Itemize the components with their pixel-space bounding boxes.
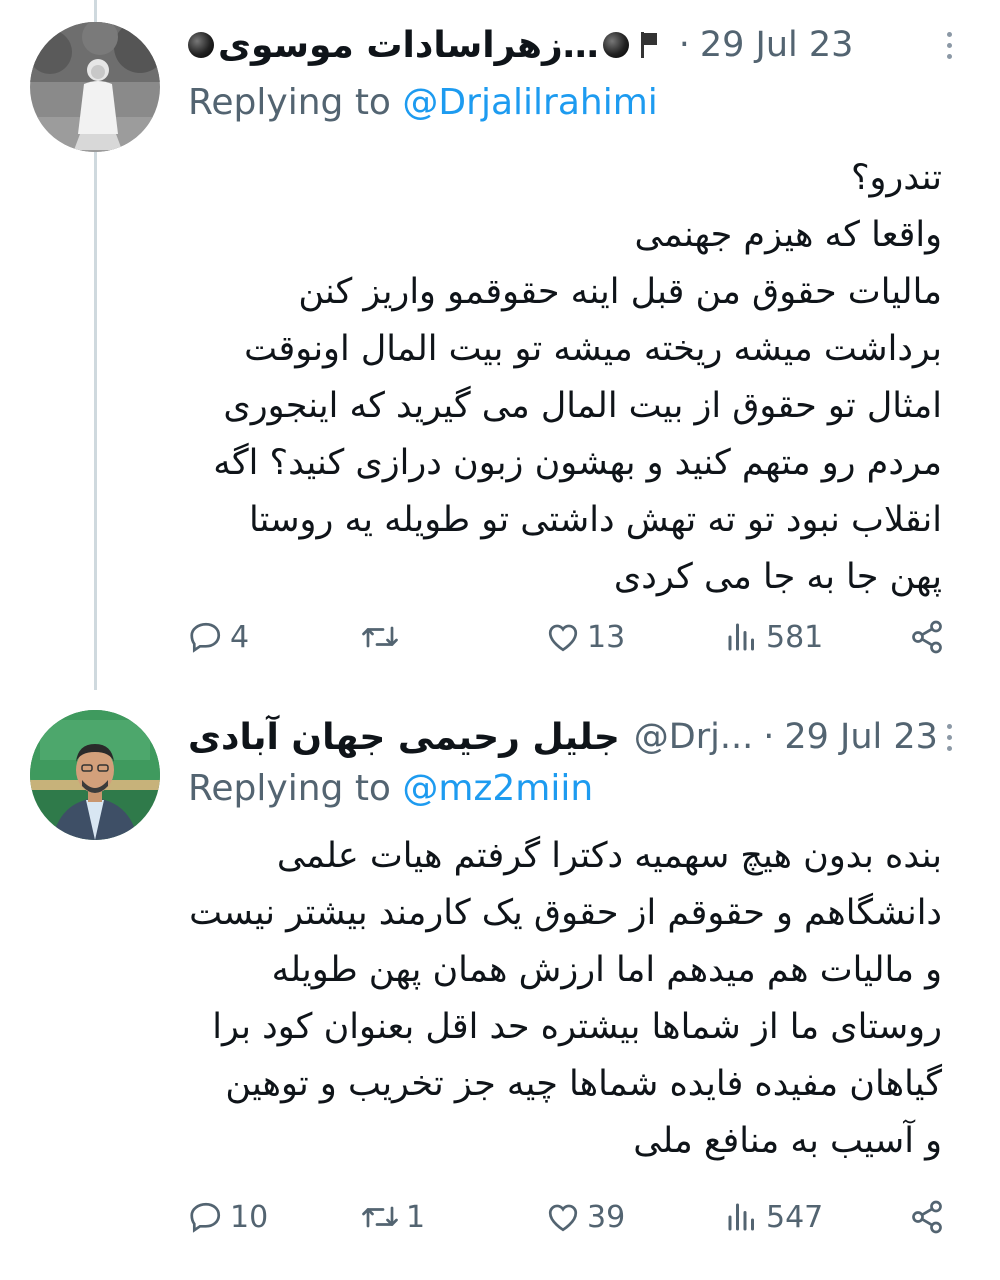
user-handle[interactable]: @Drj...: [634, 717, 753, 757]
tweet-header: جلیل رحیمی جهان آبادی @Drj... · 29 Jul 2…: [188, 710, 960, 764]
tweet[interactable]: زهراسادات موسوی… · 29 Jul 23 Replying to…: [0, 0, 1000, 690]
views-icon: [728, 623, 754, 651]
tweet-actions: 10 1 39 547: [188, 1192, 945, 1242]
replying-mention-link[interactable]: @mz2miin: [402, 768, 593, 809]
tweet-text: تندرو؟ واقعا که هیزم جهنمی مالیات حقوق م…: [188, 150, 942, 606]
reply-button[interactable]: 4: [188, 612, 249, 662]
display-name[interactable]: جلیل رحیمی جهان آبادی: [188, 717, 620, 758]
share-button[interactable]: [909, 1192, 945, 1242]
tweet-actions: 4 13 581: [188, 612, 945, 662]
like-count: 39: [587, 1199, 626, 1235]
display-name[interactable]: زهراسادات موسوی…: [188, 25, 629, 66]
reply-icon: [190, 1202, 221, 1233]
separator-dot: ·: [678, 25, 690, 65]
tweet-text-line: و مالیات هم میدهم اما ارزش همان پهن طویل…: [271, 950, 942, 990]
tweet-text: بنده بدون هیچ سهمیه دکترا گرفتم هیات علم…: [188, 828, 942, 1170]
tweet-date[interactable]: 29 Jul 23: [784, 717, 938, 757]
views-icon: [728, 1203, 754, 1231]
tweet-text-line: گیاهان مفیده فایده شماها چیه جز تخریب و …: [225, 1064, 942, 1104]
reply-count: 4: [230, 619, 250, 655]
display-name-text: جلیل رحیمی جهان آبادی: [188, 716, 620, 758]
reply-icon: [190, 622, 221, 653]
views-button[interactable]: 581: [724, 612, 823, 662]
separator-dot: ·: [763, 717, 775, 757]
reply-button[interactable]: 10: [188, 1192, 268, 1242]
retweet-count: 1: [406, 1199, 426, 1235]
tweet-text-line: روستای ما از شماها بیشتره حد اقل بعنوان …: [212, 1007, 942, 1047]
like-icon: [548, 624, 578, 652]
tweet-text-line: انقلاب نبود تو ته تهش داشتی تو طویله یه …: [248, 500, 942, 540]
more-icon[interactable]: [939, 31, 960, 59]
more-icon[interactable]: [939, 723, 960, 751]
retweet-icon: [362, 626, 398, 648]
avatar[interactable]: [30, 22, 160, 152]
display-name-text: زهراسادات موسوی…: [218, 24, 599, 66]
views-count: 547: [766, 1199, 824, 1235]
retweet-button[interactable]: 1: [360, 1192, 425, 1242]
share-icon: [912, 620, 942, 654]
flag-icon: [639, 30, 659, 60]
replying-prefix: Replying to: [188, 82, 391, 123]
replying-prefix: Replying to: [188, 768, 391, 809]
like-icon: [548, 1204, 578, 1232]
tweet[interactable]: جلیل رحیمی جهان آبادی @Drj... · 29 Jul 2…: [0, 690, 1000, 1280]
replying-to: Replying to @Drjalilrahimi: [188, 82, 658, 123]
black-ball-emoji-icon: [602, 32, 629, 58]
like-button[interactable]: 39: [545, 1192, 625, 1242]
avatar[interactable]: [30, 710, 160, 840]
replying-mention-link[interactable]: @Drjalilrahimi: [402, 82, 657, 123]
tweet-text-line: پهن جا به جا می کردی: [613, 557, 942, 597]
tweet-text-line: واقعا که هیزم جهنمی: [634, 215, 942, 255]
tweet-text-line: مالیات حقوق من قبل اینه حقوقمو واریز کنن: [298, 272, 942, 312]
tweet-date[interactable]: 29 Jul 23: [700, 25, 854, 65]
like-count: 13: [587, 619, 626, 655]
tweet-text-line: مردم رو متهم کنید و بهشون زبون درازی کنی…: [213, 443, 942, 483]
share-icon: [912, 1200, 942, 1234]
replying-to: Replying to @mz2miin: [188, 768, 593, 809]
tweet-text-line: دانشگاهم و حقوقم از حقوق یک کارمند بیشتر…: [189, 893, 942, 933]
tweet-text-line: و آسیب به منافع ملی: [633, 1121, 942, 1161]
tweet-text-line: تندرو؟: [850, 158, 942, 198]
tweet-text-line: برداشت میشه ریخته میشه تو بیت المال اونو…: [244, 329, 942, 369]
black-ball-emoji-icon: [188, 32, 214, 58]
tweet-header: زهراسادات موسوی… · 29 Jul 23: [188, 18, 960, 72]
tweet-text-line: بنده بدون هیچ سهمیه دکترا گرفتم هیات علم…: [276, 836, 942, 876]
reply-count: 10: [230, 1199, 269, 1235]
share-button[interactable]: [909, 612, 945, 662]
retweet-icon: [362, 1206, 398, 1228]
retweet-button[interactable]: [360, 612, 406, 662]
like-button[interactable]: 13: [545, 612, 625, 662]
views-count: 581: [766, 619, 824, 655]
tweet-text-line: امثال تو حقوق از بیت المال می گیرید که ا…: [223, 386, 942, 426]
views-button[interactable]: 547: [724, 1192, 823, 1242]
